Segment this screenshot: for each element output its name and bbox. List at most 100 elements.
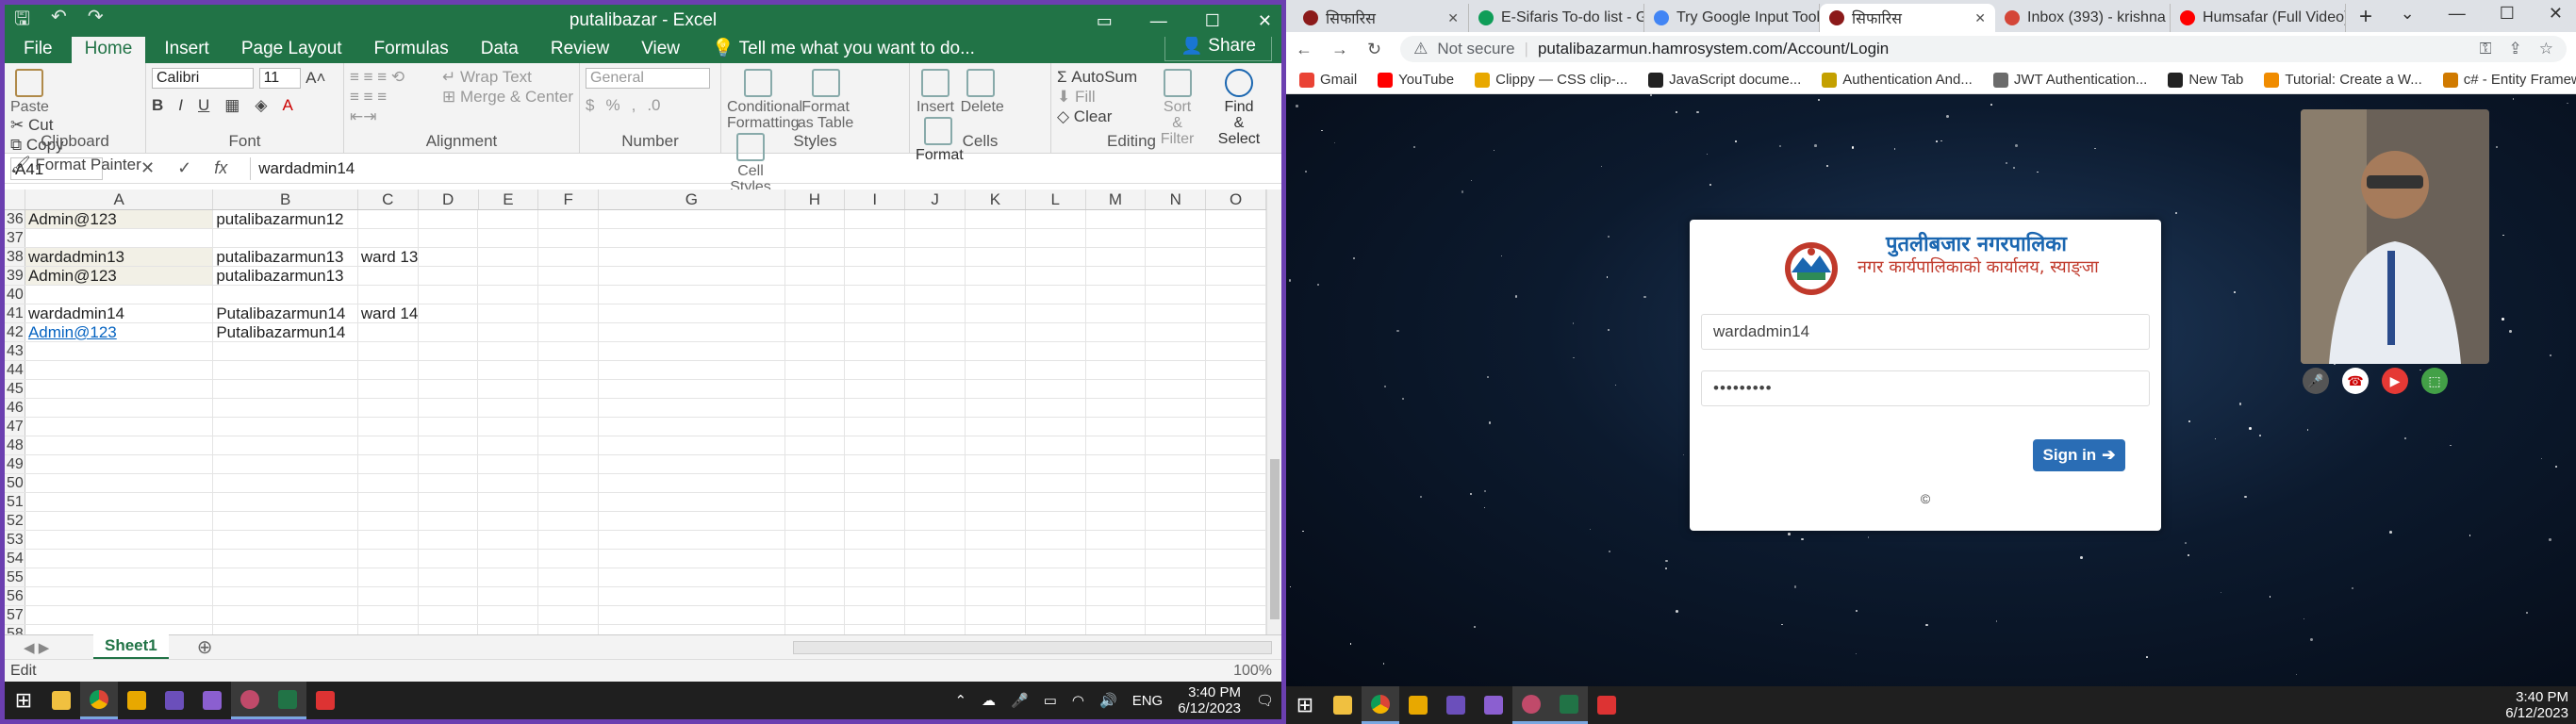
cell[interactable] xyxy=(785,210,846,228)
cell[interactable] xyxy=(358,267,419,285)
cell[interactable]: putalibazarmun13 xyxy=(213,248,358,266)
cell[interactable] xyxy=(25,606,214,624)
cell[interactable] xyxy=(419,606,479,624)
tab-review[interactable]: Review xyxy=(537,35,622,63)
cell[interactable] xyxy=(905,512,966,530)
recorder-icon[interactable] xyxy=(1588,686,1626,724)
cell[interactable] xyxy=(905,361,966,379)
cell[interactable] xyxy=(599,418,785,436)
cell[interactable] xyxy=(966,512,1026,530)
bookmark-item[interactable]: Authentication And... xyxy=(1822,72,1973,88)
cell[interactable] xyxy=(1026,418,1086,436)
password-input[interactable]: ••••••••• xyxy=(1701,370,2150,406)
row-number[interactable]: 49 xyxy=(5,455,25,473)
cell[interactable] xyxy=(599,229,785,247)
cell[interactable] xyxy=(599,493,785,511)
sticky-app-icon[interactable] xyxy=(1399,686,1437,724)
cell[interactable] xyxy=(966,550,1026,568)
row-number[interactable]: 39 xyxy=(5,267,25,285)
cell[interactable] xyxy=(1146,229,1207,247)
cell[interactable]: Putalibazarmun14 xyxy=(213,304,358,322)
url-text[interactable]: putalibazarmun.hamrosystem.com/Account/L… xyxy=(1538,40,1889,58)
cell[interactable] xyxy=(478,606,539,624)
cell[interactable] xyxy=(1146,550,1207,568)
bookmark-star-icon[interactable]: ☆ xyxy=(2539,40,2553,58)
cell[interactable] xyxy=(358,606,419,624)
insert-cells-button[interactable]: Insert xyxy=(916,67,955,115)
mic-icon[interactable]: 🎤 xyxy=(2303,368,2329,394)
cell[interactable] xyxy=(25,531,214,549)
cell[interactable] xyxy=(599,568,785,586)
bookmark-item[interactable]: c# - Entity Framew... xyxy=(2442,72,2576,88)
cell[interactable] xyxy=(905,286,966,304)
cell[interactable] xyxy=(419,304,479,322)
cell[interactable] xyxy=(419,474,479,492)
vscode-icon[interactable] xyxy=(156,682,193,719)
cell[interactable] xyxy=(538,474,600,492)
cell[interactable] xyxy=(419,418,479,436)
cell[interactable] xyxy=(213,474,358,492)
tab-formulas[interactable]: Formulas xyxy=(361,35,462,63)
close-icon[interactable]: ✕ xyxy=(1258,11,1272,31)
cell[interactable] xyxy=(538,531,600,549)
cell[interactable] xyxy=(25,493,214,511)
cell[interactable] xyxy=(1026,342,1086,360)
cell[interactable] xyxy=(1146,568,1207,586)
cell[interactable] xyxy=(419,267,479,285)
cell[interactable] xyxy=(845,323,906,341)
cell[interactable] xyxy=(785,625,846,634)
cell[interactable] xyxy=(1146,342,1207,360)
row-number[interactable]: 44 xyxy=(5,361,25,379)
cell[interactable] xyxy=(966,286,1026,304)
paste-button[interactable]: Paste xyxy=(10,67,49,115)
cell[interactable] xyxy=(1206,229,1266,247)
add-sheet-icon[interactable]: ⊕ xyxy=(197,635,213,659)
percent-icon[interactable]: % xyxy=(605,96,619,115)
cell[interactable] xyxy=(478,304,539,322)
cell[interactable] xyxy=(1146,399,1207,417)
cell[interactable] xyxy=(538,304,600,322)
bold-icon[interactable]: B xyxy=(152,96,163,115)
cell[interactable] xyxy=(538,550,600,568)
cell[interactable] xyxy=(1086,568,1147,586)
end-call-icon[interactable]: ☎ xyxy=(2342,368,2369,394)
cell[interactable] xyxy=(599,436,785,454)
cell[interactable] xyxy=(1086,550,1147,568)
cell[interactable] xyxy=(1146,267,1207,285)
cell[interactable] xyxy=(1206,304,1266,322)
cell[interactable] xyxy=(905,380,966,398)
cell[interactable] xyxy=(419,229,479,247)
start-icon[interactable]: ⊞ xyxy=(1286,686,1324,724)
cell[interactable] xyxy=(1146,587,1207,605)
cell[interactable] xyxy=(478,455,539,473)
cell[interactable] xyxy=(966,474,1026,492)
bookmark-item[interactable]: JWT Authentication... xyxy=(1992,72,2147,88)
cell[interactable] xyxy=(1086,304,1147,322)
cell[interactable] xyxy=(358,342,419,360)
cell[interactable] xyxy=(1086,531,1147,549)
tab-view[interactable]: View xyxy=(628,35,693,63)
column-header[interactable]: H xyxy=(785,189,846,209)
cell[interactable] xyxy=(213,229,358,247)
cell[interactable] xyxy=(419,568,479,586)
row-number[interactable]: 36 xyxy=(5,210,25,228)
cell[interactable] xyxy=(1026,550,1086,568)
cell[interactable] xyxy=(845,399,906,417)
cell[interactable]: ward 14 xyxy=(358,304,419,322)
tab-file[interactable]: File xyxy=(10,35,66,63)
grow-font-icon[interactable]: A˄ xyxy=(305,69,325,87)
cell[interactable] xyxy=(599,210,785,228)
cell[interactable] xyxy=(1146,531,1207,549)
row-number[interactable]: 38 xyxy=(5,248,25,266)
cell[interactable] xyxy=(419,625,479,634)
column-header[interactable]: M xyxy=(1086,189,1147,209)
bookmark-item[interactable]: Tutorial: Create a W... xyxy=(2264,72,2422,88)
cell[interactable] xyxy=(1146,436,1207,454)
bookmark-item[interactable]: New Tab xyxy=(2168,72,2243,88)
recorder-icon[interactable] xyxy=(306,682,344,719)
cell[interactable] xyxy=(905,606,966,624)
cell[interactable] xyxy=(966,361,1026,379)
cell[interactable] xyxy=(1026,625,1086,634)
wifi-icon[interactable]: ◠ xyxy=(1072,692,1084,709)
sign-in-button[interactable]: Sign in ➔ xyxy=(2033,439,2125,471)
